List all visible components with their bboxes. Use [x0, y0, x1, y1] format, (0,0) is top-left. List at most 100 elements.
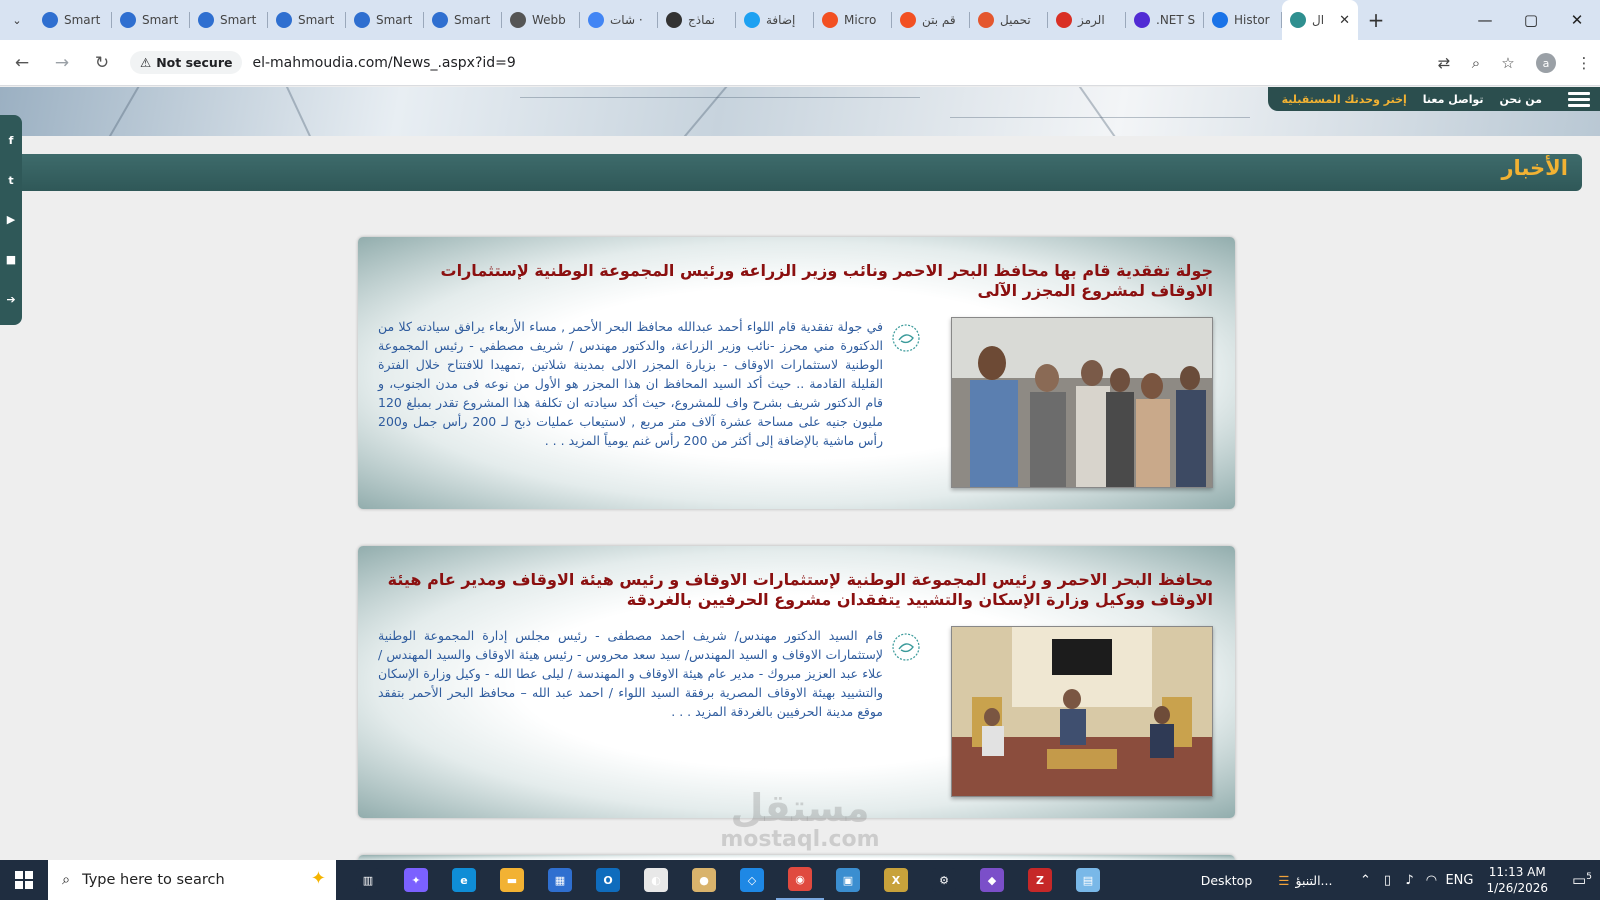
- browser-tab[interactable]: Histor: [1204, 0, 1282, 40]
- visual-studio-icon[interactable]: ◆: [968, 860, 1016, 900]
- calligraphy-logo-icon: [891, 632, 921, 662]
- news-title[interactable]: محافظ البحر الاحمر و رئيس المجموعة الوطن…: [373, 570, 1213, 610]
- read-more-link[interactable]: المزيد . . .: [671, 704, 726, 719]
- read-more-link[interactable]: المزيد . . .: [545, 433, 600, 448]
- store-icon[interactable]: ▦: [536, 860, 584, 900]
- chevron-up-icon[interactable]: ⌃: [1354, 873, 1376, 888]
- browser-tab[interactable]: الرمز: [1048, 0, 1126, 40]
- browser-tab[interactable]: قم بتن: [892, 0, 970, 40]
- news-excerpt: في جولة تفقدية قام اللواء أحمد عبدالله م…: [378, 317, 883, 450]
- reload-icon[interactable]: ↻: [84, 53, 120, 73]
- notepad-icon[interactable]: ▤: [1064, 860, 1112, 900]
- twitter-icon[interactable]: t: [8, 174, 13, 187]
- sparkle-icon: ✦: [310, 868, 326, 889]
- restore-button[interactable]: ▢: [1508, 0, 1554, 40]
- vscode-icon[interactable]: ◇: [728, 860, 776, 900]
- video-icon[interactable]: ■: [6, 253, 16, 266]
- toolbar-actions: ⇄ ⌕ ☆ a ⋮: [1428, 40, 1600, 86]
- file-explorer-icon[interactable]: ▬: [488, 860, 536, 900]
- paint-icon[interactable]: ◐: [632, 860, 680, 900]
- profile-avatar[interactable]: a: [1536, 53, 1556, 73]
- edge-icon[interactable]: e: [440, 860, 488, 900]
- close-tab-icon[interactable]: ✕: [1339, 13, 1350, 28]
- nav-contact[interactable]: تواصل معنا: [1423, 93, 1484, 106]
- copilot-icon-glyph: ✦: [404, 868, 428, 892]
- chrome-icon[interactable]: ◉: [776, 860, 824, 900]
- microsoft-icon: [900, 12, 916, 28]
- smart-icon: [198, 12, 214, 28]
- url-text[interactable]: el-mahmoudia.com/News_.aspx?id=9: [252, 55, 515, 71]
- section-title: الأخبار: [1501, 156, 1568, 180]
- bookmark-star-icon[interactable]: ☆: [1492, 54, 1524, 72]
- tab-label: Smart: [142, 13, 179, 27]
- browser-tab[interactable]: ال ✕: [1282, 0, 1358, 40]
- browser-tab[interactable]: Micro: [814, 0, 892, 40]
- browser-tab[interactable]: .NET S: [1126, 0, 1204, 40]
- browser-tab[interactable]: Smart: [34, 0, 112, 40]
- minimize-button[interactable]: —: [1462, 0, 1508, 40]
- news-photo[interactable]: [951, 626, 1213, 797]
- settings-icon[interactable]: ⚙: [920, 860, 968, 900]
- language-indicator[interactable]: ENG: [1442, 873, 1476, 888]
- weather-widget[interactable]: ☰ التنبؤ...: [1278, 873, 1332, 888]
- browser-tab[interactable]: تحميل: [970, 0, 1048, 40]
- desktop-app-icon[interactable]: ▣: [824, 860, 872, 900]
- play-icon: [978, 12, 994, 28]
- wifi-icon[interactable]: ◠: [1420, 873, 1442, 888]
- back-icon[interactable]: ←: [4, 53, 40, 73]
- notification-count: 5: [1586, 872, 1592, 882]
- more-menu-icon[interactable]: ⋮: [1568, 54, 1600, 72]
- forward-icon[interactable]: →: [44, 53, 80, 73]
- browser-tab[interactable]: Smart: [268, 0, 346, 40]
- youtube-icon[interactable]: ▶: [7, 213, 15, 226]
- circle-icon: [744, 12, 760, 28]
- browser-tab[interactable]: إضافة: [736, 0, 814, 40]
- notepad-icon-glyph: ▤: [1076, 868, 1100, 892]
- outlook-icon[interactable]: O: [584, 860, 632, 900]
- browser-tab[interactable]: Smart: [112, 0, 190, 40]
- translate-icon[interactable]: ⇄: [1428, 54, 1460, 72]
- nav-future-unit[interactable]: إختر وحدتك المستقبلية: [1282, 93, 1407, 106]
- nav-about[interactable]: من نحن: [1500, 93, 1543, 106]
- chrome-icon-glyph: ◉: [788, 867, 812, 891]
- hamburger-menu-icon[interactable]: [1568, 91, 1590, 107]
- excel-icon[interactable]: X: [872, 860, 920, 900]
- filezilla-icon-glyph: Z: [1028, 868, 1052, 892]
- browser-tab-strip: ⌄ Smart Smart Smart Smart Smart Smart Webb شات …: [0, 0, 1600, 40]
- clock[interactable]: 11:13 AM 1/26/2026: [1486, 864, 1548, 896]
- copilot-icon[interactable]: ✦: [392, 860, 440, 900]
- browser-tab[interactable]: Smart: [346, 0, 424, 40]
- google-icon: [588, 12, 604, 28]
- zoom-icon[interactable]: ⌕: [1460, 54, 1492, 72]
- tab-label: الرمز: [1078, 13, 1105, 27]
- browser-tab[interactable]: Smart: [190, 0, 268, 40]
- news-title[interactable]: جولة تفقدية قام بها محافظ البحر الاحمر و…: [373, 261, 1213, 301]
- notification-icon[interactable]: ▭5: [1564, 871, 1600, 889]
- omnibox[interactable]: ⚠ Not secure el-mahmoudia.com/News_.aspx…: [130, 45, 1410, 80]
- news-body: في جولة تفقدية قام اللواء أحمد عبدالله م…: [378, 319, 883, 448]
- filezilla-icon[interactable]: Z: [1016, 860, 1064, 900]
- browser-tab[interactable]: شات ·: [580, 0, 658, 40]
- login-icon[interactable]: ➔: [6, 293, 15, 306]
- browser-tab[interactable]: Smart: [424, 0, 502, 40]
- smart-icon: [120, 12, 136, 28]
- tab-search-dropdown-icon[interactable]: ⌄: [0, 0, 34, 40]
- browser-tab[interactable]: Webb: [502, 0, 580, 40]
- volume-icon[interactable]: ♪: [1398, 873, 1420, 888]
- browser-tab[interactable]: نماذج: [658, 0, 736, 40]
- new-tab-button[interactable]: +: [1358, 8, 1394, 32]
- desktop-toolbar[interactable]: Desktop: [1201, 873, 1253, 888]
- task-view-icon[interactable]: ▥: [344, 860, 392, 900]
- device-icon[interactable]: ▯: [1376, 873, 1398, 888]
- facebook-icon[interactable]: f: [9, 134, 14, 147]
- taskbar-search[interactable]: ⌕ Type here to search ✦: [48, 860, 336, 900]
- security-chip[interactable]: ⚠ Not secure: [130, 51, 243, 74]
- tab-label: ال: [1312, 13, 1325, 27]
- palette-icon[interactable]: ●: [680, 860, 728, 900]
- close-window-button[interactable]: ✕: [1554, 0, 1600, 40]
- vscode-icon-glyph: ◇: [740, 868, 764, 892]
- clock-date: 1/26/2026: [1486, 881, 1548, 895]
- start-button[interactable]: [0, 860, 48, 900]
- news-photo[interactable]: [951, 317, 1213, 488]
- tab-label: Smart: [454, 13, 491, 27]
